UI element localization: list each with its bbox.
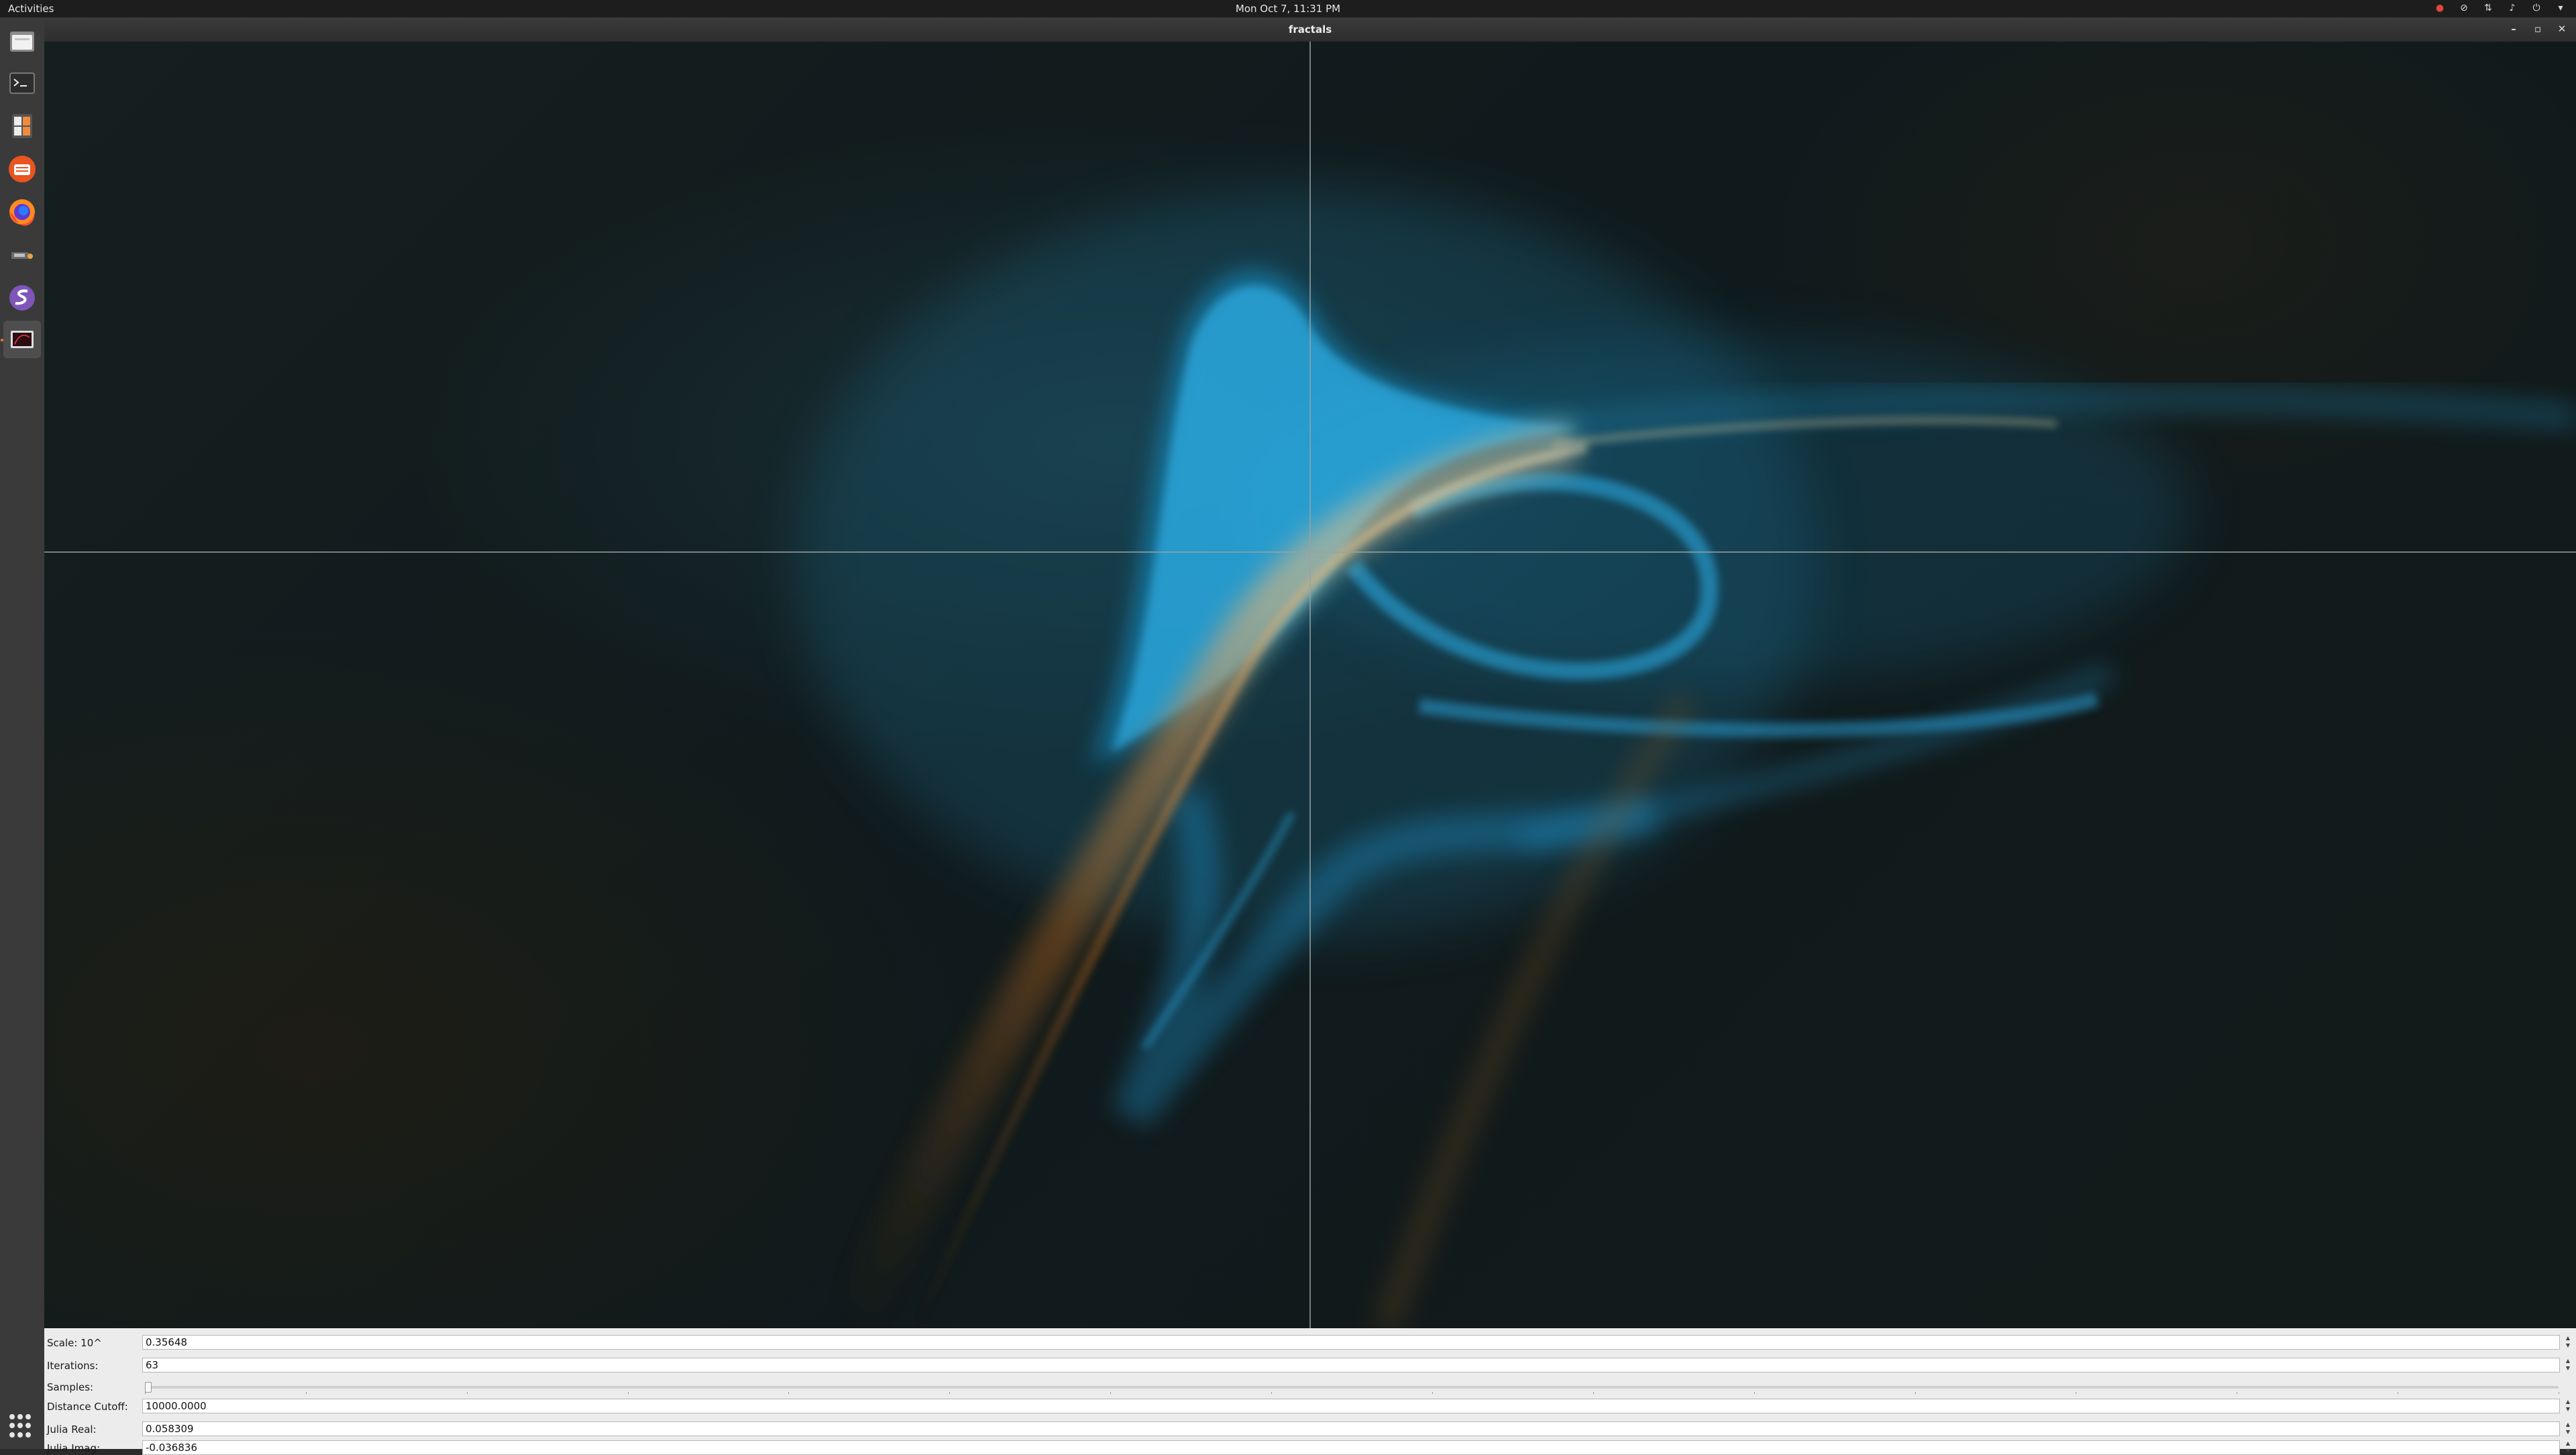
distance-spinner[interactable]: ▲ ▼: [2563, 1399, 2573, 1413]
julia-imag-input[interactable]: [142, 1440, 2560, 1455]
terminal-icon: [9, 72, 35, 94]
slider-tick: [788, 1392, 789, 1394]
calculator-icon: [12, 114, 32, 138]
julia-real-spinner[interactable]: ▲ ▼: [2563, 1421, 2573, 1436]
window-controls: – ▫ ✕: [2506, 21, 2569, 36]
software-icon: [9, 156, 36, 182]
emacs-icon: [9, 285, 35, 311]
julia-real-input[interactable]: [142, 1421, 2560, 1436]
spin-up-icon[interactable]: ▲: [2563, 1421, 2573, 1429]
close-icon[interactable]: ✕: [2555, 21, 2569, 36]
tools-icon: [11, 252, 33, 259]
distance-row: Distance Cutoff: ▲▼: [44, 1398, 2576, 1415]
dock-item-emacs[interactable]: [3, 279, 41, 317]
dock-item-screen[interactable]: [3, 321, 41, 358]
active-indicator: [1, 339, 3, 341]
dock-item-calculator[interactable]: [3, 107, 41, 145]
samples-slider-handle[interactable]: [145, 1382, 152, 1393]
menu-caret-icon[interactable]: ▾: [2555, 2, 2567, 14]
samples-label: Samples:: [47, 1381, 94, 1393]
dock-item-software[interactable]: [3, 150, 41, 188]
system-tray[interactable]: ● ⊘ ⇅ ♪ ⏻ ▾: [2434, 2, 2567, 14]
spin-up-icon[interactable]: ▲: [2563, 1335, 2573, 1342]
maximize-icon[interactable]: ▫: [2530, 21, 2545, 36]
screen-icon: [11, 331, 34, 348]
dock: [0, 17, 45, 1449]
julia-imag-row: Julia Imag: ▲▼: [44, 1440, 2576, 1455]
fractals-window: fractals – ▫ ✕ Scale: 10^ 0.35648 ▲ ▼ It…: [44, 17, 2576, 1455]
network-icon[interactable]: ⇅: [2482, 2, 2494, 14]
dock-item-firefox[interactable]: [3, 193, 41, 231]
record-icon[interactable]: ●: [2434, 2, 2446, 14]
dock-item-tools[interactable]: [3, 236, 41, 274]
dock-item-terminal[interactable]: [3, 64, 41, 102]
slider-tick: [1754, 1392, 1755, 1394]
volume-icon[interactable]: ♪: [2506, 2, 2518, 14]
dock-item-files[interactable]: [3, 23, 41, 60]
minimize-icon[interactable]: –: [2506, 21, 2521, 36]
iterations-spinner[interactable]: ▲ ▼: [2563, 1358, 2573, 1372]
spin-down-icon[interactable]: ▼: [2563, 1429, 2573, 1436]
slider-tick: [1110, 1392, 1111, 1394]
spin-up-icon[interactable]: ▲: [2563, 1440, 2573, 1448]
top-bar: Activities Mon Oct 7, 11:31 PM ● ⊘ ⇅ ♪ ⏻…: [0, 0, 2576, 17]
fractal-render: [44, 42, 2576, 1328]
network-off-icon[interactable]: ⊘: [2458, 2, 2470, 14]
spin-up-icon[interactable]: ▲: [2563, 1399, 2573, 1406]
slider-tick: [949, 1392, 950, 1394]
scale-input[interactable]: [142, 1335, 2560, 1350]
iterations-input[interactable]: [142, 1358, 2560, 1372]
window-title: fractals: [1288, 23, 1332, 36]
distance-label: Distance Cutoff:: [47, 1401, 128, 1413]
distance-cutoff-input[interactable]: [142, 1399, 2560, 1413]
julia-real-row: Julia Real: ▲▼: [44, 1421, 2576, 1438]
files-icon: [10, 32, 34, 52]
samples-row: Samples:: [44, 1379, 2576, 1396]
scale-label: Scale: 10^: [47, 1337, 102, 1349]
scale-spinner[interactable]: ▲ ▼: [2563, 1335, 2573, 1350]
power-icon[interactable]: ⏻: [2530, 2, 2542, 14]
spin-down-icon[interactable]: ▼: [2563, 1342, 2573, 1350]
firefox-icon: [9, 199, 35, 226]
slider-tick: [145, 1392, 146, 1394]
slider-tick: [306, 1392, 307, 1394]
slider-tick: [467, 1392, 468, 1394]
fractal-canvas[interactable]: [44, 42, 2576, 1328]
scale-row: Scale: 10^ ▲▼: [44, 1334, 2576, 1352]
slider-tick: [1271, 1392, 1272, 1394]
samples-slider[interactable]: [145, 1386, 2559, 1389]
slider-tick: [1915, 1392, 1916, 1394]
spin-up-icon[interactable]: ▲: [2563, 1358, 2573, 1365]
julia-real-label: Julia Real:: [47, 1423, 97, 1436]
title-bar[interactable]: fractals – ▫ ✕: [44, 17, 2576, 42]
spin-down-icon[interactable]: ▼: [2563, 1365, 2573, 1372]
iterations-label: Iterations:: [47, 1360, 99, 1372]
slider-tick: [1593, 1392, 1594, 1394]
iterations-row: Iterations: ▲▼: [44, 1357, 2576, 1375]
show-apps-icon[interactable]: [9, 1414, 34, 1438]
julia-imag-spinner[interactable]: ▲ ▼: [2563, 1440, 2573, 1455]
clock[interactable]: Mon Oct 7, 11:31 PM: [0, 3, 2576, 15]
controls-panel: Scale: 10^ ▲▼ Iterations: ▲▼ Samples: Di…: [44, 1328, 2576, 1455]
slider-tick: [628, 1392, 629, 1394]
julia-imag-label: Julia Imag:: [47, 1442, 101, 1454]
slider-tick: [1432, 1392, 1433, 1394]
spin-down-icon[interactable]: ▼: [2563, 1406, 2573, 1413]
